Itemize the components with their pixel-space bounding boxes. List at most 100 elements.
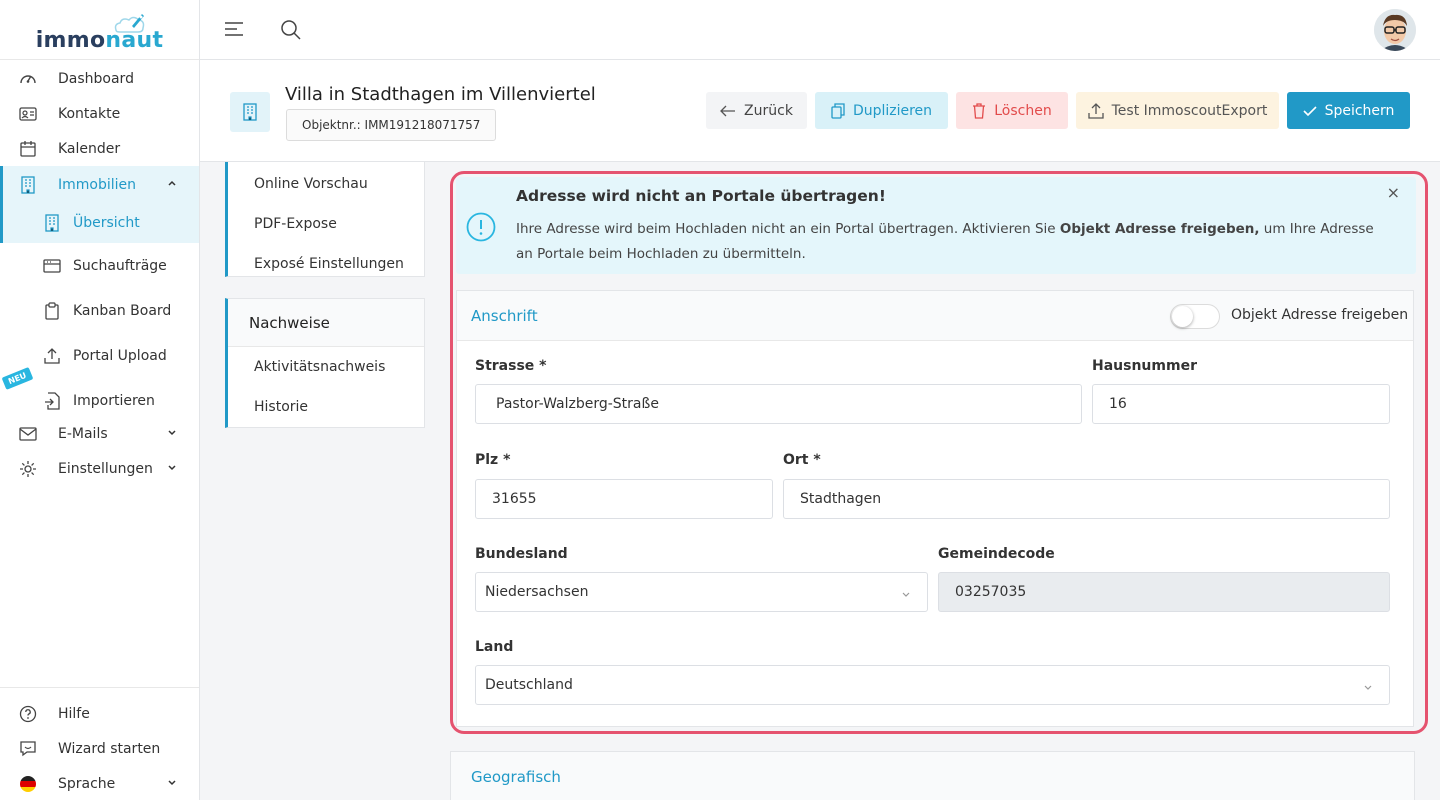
test-export-button-label: Test ImmoscoutExport [1111, 102, 1268, 119]
subnav-aktivitaetsnachweis[interactable]: Aktivitätsnachweis [228, 347, 424, 387]
plz-input[interactable]: 31655 [475, 479, 773, 519]
subnav-pdf-expose[interactable]: PDF-Expose [228, 204, 424, 244]
duplicate-button-label: Duplizieren [852, 102, 933, 119]
page-title: Villa in Stadthagen im Villenviertel [285, 84, 596, 105]
land-value: Deutschland [485, 677, 573, 693]
nav-dashboard[interactable]: Dashboard [0, 61, 199, 96]
nav-emails-label: E-Mails [58, 425, 108, 442]
duplicate-button[interactable]: Duplizieren [815, 92, 948, 129]
nav-uebersicht[interactable]: Übersicht [0, 203, 199, 243]
check-icon [1303, 105, 1317, 116]
bundesland-value: Niedersachsen [485, 584, 589, 600]
nav-sprache-label: Sprache [58, 775, 116, 792]
nav-portal-upload-label: Portal Upload [73, 347, 167, 364]
hausnummer-value: 16 [1109, 396, 1127, 412]
upload-icon [42, 346, 62, 366]
logo[interactable]: immonaut [0, 0, 199, 60]
nav-hilfe[interactable]: Hilfe [0, 696, 199, 731]
strasse-label: Strasse * [475, 358, 547, 374]
strasse-input[interactable]: Pastor-Walzberg-Straße [475, 384, 1082, 424]
nav-hilfe-label: Hilfe [58, 705, 90, 722]
chevron-up-icon [167, 176, 177, 192]
rocket-icon [114, 14, 145, 33]
ort-label: Ort * [783, 452, 821, 468]
ort-input[interactable]: Stadthagen [783, 479, 1390, 519]
clipboard-icon [42, 301, 62, 321]
chevron-down-icon [167, 461, 177, 477]
search-icon[interactable] [280, 19, 301, 44]
logo-part1: immo [35, 28, 106, 53]
nav-kanban-label: Kanban Board [73, 302, 172, 319]
alert-text-part1: Ihre Adresse wird beim Hochladen nicht a… [516, 221, 1060, 237]
nav-importieren-label: Importieren [73, 392, 155, 409]
contact-card-icon [18, 104, 38, 124]
address-release-label: Objekt Adresse freigeben [1231, 307, 1409, 323]
nav-kalender[interactable]: Kalender [0, 131, 199, 166]
nav-wizard[interactable]: Wizard starten [0, 731, 199, 766]
close-icon[interactable]: × [1387, 183, 1400, 202]
land-label: Land [475, 639, 514, 655]
nav-einstellungen[interactable]: Einstellungen [0, 451, 199, 486]
geografisch-header[interactable]: Geografisch [451, 752, 1414, 800]
trash-icon [973, 102, 986, 119]
alert-text: Ihre Adresse wird beim Hochladen nicht a… [516, 217, 1386, 267]
avatar[interactable] [1374, 9, 1416, 51]
delete-button-label: Löschen [994, 102, 1052, 119]
nav-emails[interactable]: E-Mails [0, 416, 199, 451]
chevron-down-icon [901, 588, 911, 604]
ort-value: Stadthagen [800, 491, 882, 507]
menu-icon[interactable] [224, 19, 244, 43]
user-avatar-icon [1374, 9, 1416, 51]
subnav-historie[interactable]: Historie [228, 387, 424, 427]
subnav-online-vorschau[interactable]: Online Vorschau [228, 164, 424, 204]
nav-kontakte[interactable]: Kontakte [0, 96, 199, 131]
building-icon [18, 175, 38, 195]
gear-icon [18, 459, 38, 479]
gemeindecode-label: Gemeindecode [938, 546, 1055, 562]
arrow-left-icon [720, 105, 736, 116]
bundesland-select[interactable]: Niedersachsen [475, 572, 928, 612]
address-warning-alert: Adresse wird nicht an Portale übertragen… [456, 177, 1416, 274]
chevron-down-icon [167, 776, 177, 792]
chevron-down-icon [167, 426, 177, 442]
calendar-icon [18, 139, 38, 159]
save-button[interactable]: Speichern [1287, 92, 1410, 129]
building-icon [42, 213, 62, 233]
nachweise-title: Nachweise [228, 299, 424, 347]
nav-kanban[interactable]: Kanban Board [0, 288, 199, 333]
back-button[interactable]: Zurück [706, 92, 807, 129]
copy-icon [831, 102, 845, 119]
nav-einstellungen-label: Einstellungen [58, 460, 153, 477]
toggle-knob [1172, 306, 1193, 327]
land-select[interactable]: Deutschland [475, 665, 1390, 705]
object-subnav: Online Vorschau PDF-Expose Exposé Einste… [225, 162, 425, 428]
chevron-down-icon [1363, 681, 1373, 697]
nav-kalender-label: Kalender [58, 140, 121, 157]
nav-kontakte-label: Kontakte [58, 105, 121, 122]
alert-title: Adresse wird nicht an Portale übertragen… [516, 187, 886, 205]
sidebar: immonaut Dashboard Kontakte Kalender Imm… [0, 0, 200, 800]
nav-suchauftraege[interactable]: Suchaufträge [0, 243, 199, 288]
upload-icon [1087, 102, 1104, 119]
delete-button[interactable]: Löschen [956, 92, 1068, 129]
subnav-card: Online Vorschau PDF-Expose Exposé Einste… [225, 162, 425, 277]
object-header: Villa in Stadthagen im Villenviertel Obj… [200, 60, 1440, 162]
nav-dashboard-label: Dashboard [58, 70, 134, 87]
anschrift-title: Anschrift [471, 307, 538, 325]
save-button-label: Speichern [1324, 102, 1395, 119]
back-button-label: Zurück [744, 102, 793, 119]
geografisch-title: Geografisch [471, 768, 561, 786]
speedometer-icon [18, 69, 38, 89]
hausnummer-input[interactable]: 16 [1092, 384, 1390, 424]
nav-immobilien[interactable]: Immobilien [0, 166, 199, 203]
nav-sprache[interactable]: Sprache [0, 766, 199, 800]
alert-text-bold: Objekt Adresse freigeben, [1059, 221, 1260, 237]
hausnummer-label: Hausnummer [1092, 358, 1197, 374]
main-nav: Dashboard Kontakte Kalender Immobilien Ü… [0, 60, 199, 486]
topbar [200, 0, 1440, 60]
subnav-expose-einstellungen[interactable]: Exposé Einstellungen [228, 244, 424, 284]
address-release-toggle[interactable] [1170, 304, 1220, 329]
anschrift-panel: Anschrift Objekt Adresse freigeben Stras… [456, 290, 1414, 727]
test-export-button[interactable]: Test ImmoscoutExport [1076, 92, 1279, 129]
german-flag-icon [18, 774, 38, 794]
